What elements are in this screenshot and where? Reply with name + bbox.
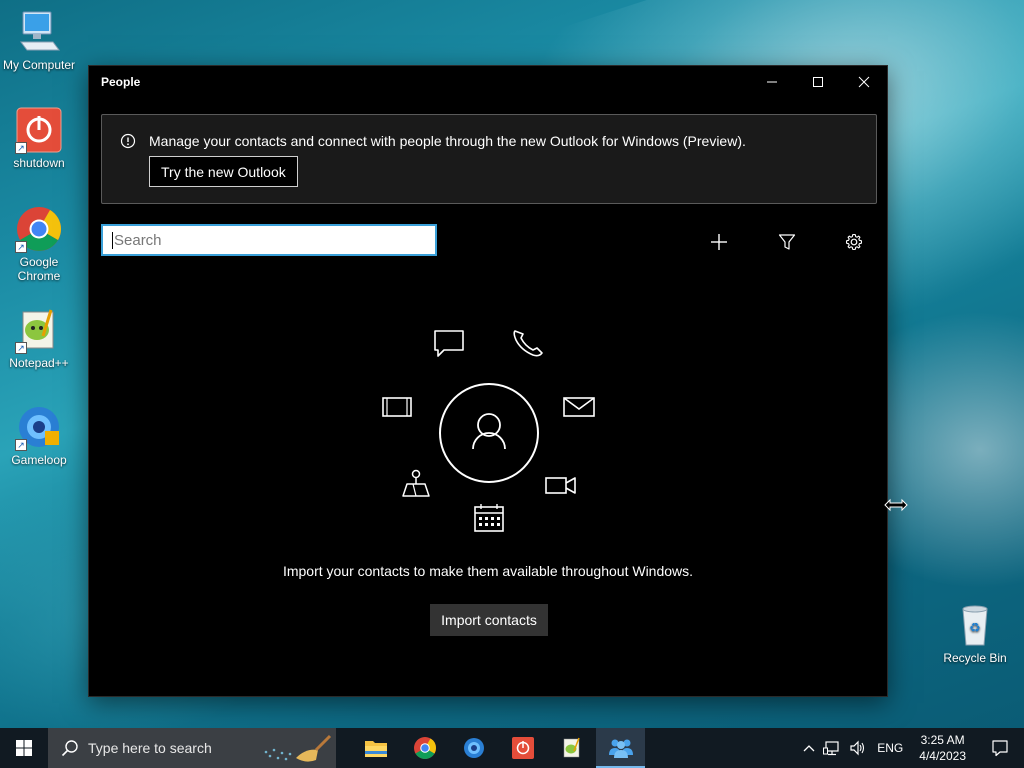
- filter-button[interactable]: [771, 226, 803, 258]
- recycle-bin-icon: ♻: [951, 601, 999, 649]
- input-language-button[interactable]: ENG: [871, 741, 909, 755]
- taskbar-gameloop[interactable]: [449, 728, 498, 768]
- film-icon: [382, 397, 412, 417]
- notepad-plus-plus-icon: ↗: [15, 306, 63, 354]
- outlook-info-banner: Manage your contacts and connect with pe…: [101, 114, 877, 204]
- phone-icon: [513, 330, 543, 357]
- shortcut-arrow-icon: ↗: [15, 342, 27, 354]
- search-input[interactable]: Search: [101, 224, 437, 256]
- power-icon: ↗: [15, 106, 63, 154]
- desktop-icon-shutdown[interactable]: ↗ shutdown: [0, 106, 78, 170]
- desktop-icon-label: Google Chrome: [17, 255, 61, 283]
- gameloop-icon: ↗: [15, 403, 63, 451]
- map-pin-icon: [402, 469, 430, 497]
- desktop-icon-label: Notepad++: [9, 356, 69, 370]
- start-button[interactable]: [0, 728, 48, 768]
- desktop-icon-label: My Computer: [2, 58, 76, 72]
- clock-date: 4/4/2023: [919, 749, 966, 763]
- close-icon: [858, 76, 870, 88]
- network-button[interactable]: [819, 740, 845, 756]
- desktop-icon-notepad-plus-plus[interactable]: ↗ Notepad++: [0, 306, 78, 370]
- people-illustration: [382, 330, 595, 532]
- video-camera-icon: [545, 477, 576, 494]
- maximize-icon: [813, 77, 823, 87]
- system-tray: ENG 3:25 AM 4/4/2023: [799, 728, 1024, 768]
- empty-state-message: Import your contacts to make them availa…: [282, 563, 694, 579]
- add-contact-button[interactable]: [703, 226, 735, 258]
- search-icon: [61, 740, 78, 757]
- power-icon: [511, 737, 534, 759]
- windows-logo-icon: [16, 740, 32, 756]
- minimize-icon: [767, 81, 777, 83]
- taskbar-chrome[interactable]: [400, 728, 449, 768]
- people-window: People Manage your contacts and connect …: [88, 65, 888, 697]
- notification-icon: [992, 740, 1008, 757]
- filter-icon: [778, 234, 796, 250]
- taskbar: Type here to search ENG 3:25 AM 4/4/2023: [0, 728, 1024, 768]
- folder-icon: [364, 741, 387, 757]
- action-center-button[interactable]: [976, 739, 1024, 757]
- person-circle-icon: [439, 383, 539, 483]
- taskbar-shutdown[interactable]: [498, 728, 547, 768]
- settings-button[interactable]: [838, 226, 870, 258]
- text-caret: [112, 231, 113, 249]
- chrome-icon: [413, 737, 436, 759]
- volume-button[interactable]: [845, 740, 871, 756]
- info-icon: [120, 133, 136, 154]
- import-contacts-button[interactable]: Import contacts: [430, 604, 548, 636]
- clock[interactable]: 3:25 AM 4/4/2023: [909, 732, 976, 764]
- minimize-button[interactable]: [749, 66, 795, 98]
- speaker-icon: [850, 740, 865, 756]
- close-button[interactable]: [841, 66, 887, 98]
- gear-icon: [845, 233, 863, 251]
- desktop-icon-label: shutdown: [13, 156, 65, 170]
- maximize-button[interactable]: [795, 66, 841, 98]
- desktop-icon-chrome[interactable]: ↗ Google Chrome: [0, 205, 78, 283]
- network-icon: [823, 741, 839, 756]
- desktop-icon-label: Recycle Bin: [943, 651, 1007, 665]
- mail-icon: [563, 397, 595, 417]
- try-new-outlook-button[interactable]: Try the new Outlook: [149, 156, 298, 187]
- taskbar-file-explorer[interactable]: [351, 728, 400, 768]
- chevron-up-icon: [803, 745, 815, 752]
- notepad-plus-plus-icon: [563, 737, 580, 758]
- desktop-icon-label: Gameloop: [11, 453, 67, 467]
- shortcut-arrow-icon: ↗: [15, 241, 27, 253]
- banner-message: Manage your contacts and connect with pe…: [149, 133, 746, 149]
- plus-icon: [711, 234, 727, 250]
- shortcut-arrow-icon: ↗: [15, 439, 27, 451]
- computer-icon: [15, 8, 63, 56]
- chrome-icon: ↗: [15, 205, 63, 253]
- desktop-icon-my-computer[interactable]: My Computer: [0, 8, 78, 72]
- taskbar-search-placeholder: Type here to search: [88, 740, 212, 756]
- clock-time: 3:25 AM: [920, 733, 965, 747]
- resize-cursor-icon: [884, 498, 908, 512]
- shortcut-arrow-icon: ↗: [15, 142, 27, 154]
- title-bar[interactable]: People: [89, 66, 887, 98]
- desktop-icon-gameloop[interactable]: ↗ Gameloop: [0, 403, 78, 467]
- desktop-icon-recycle-bin[interactable]: ♻ Recycle Bin: [936, 601, 1014, 665]
- search-placeholder: Search: [114, 231, 162, 249]
- taskbar-people[interactable]: [596, 728, 645, 768]
- people-icon: [608, 739, 633, 758]
- chat-icon: [434, 330, 464, 357]
- svg-text:♻: ♻: [969, 621, 981, 636]
- show-hidden-icons-button[interactable]: [799, 744, 819, 752]
- taskbar-notepad-plus-plus[interactable]: [547, 728, 596, 768]
- calendar-icon: [474, 504, 504, 532]
- taskbar-search-box[interactable]: Type here to search: [48, 728, 336, 768]
- window-title: People: [101, 75, 141, 89]
- search-highlight-paintbrush-icon: [264, 734, 332, 762]
- gameloop-icon: [463, 738, 484, 758]
